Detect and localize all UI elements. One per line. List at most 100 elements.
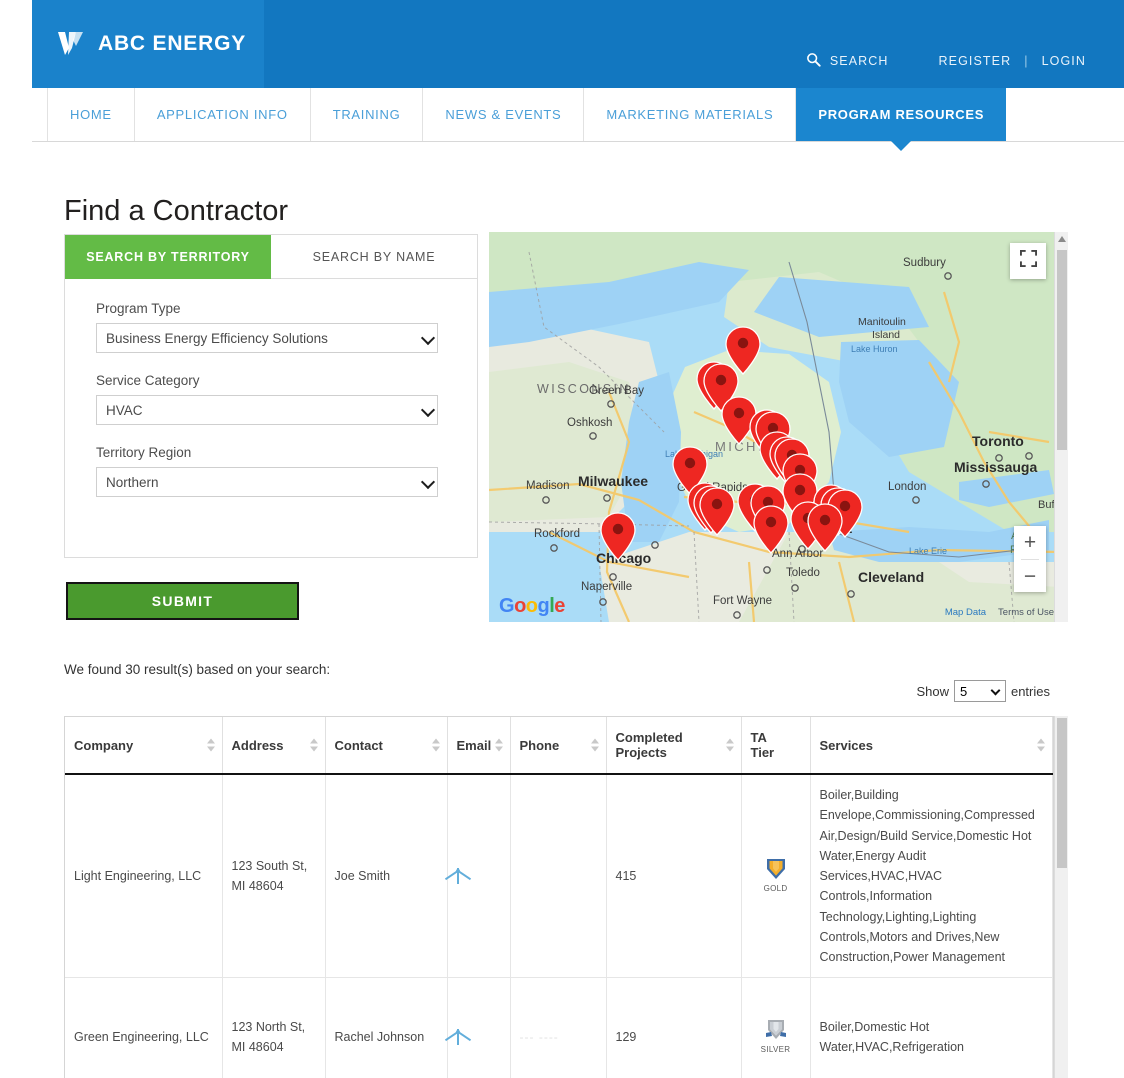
main-navigation: HOME APPLICATION INFO TRAINING NEWS & EV… bbox=[32, 88, 1124, 142]
cell-email[interactable] bbox=[447, 978, 510, 1078]
cell-services: Boiler,Domestic Hot Water,HVAC,Refrigera… bbox=[810, 978, 1053, 1078]
ta-tier-badge-gold: GOLD bbox=[751, 856, 801, 896]
cell-phone bbox=[510, 774, 606, 978]
table-row[interactable]: Green Engineering, LLC 123 North St, MI … bbox=[65, 978, 1053, 1078]
nav-item-marketing-materials[interactable]: MARKETING MATERIALS bbox=[584, 88, 796, 141]
column-header-services[interactable]: Services bbox=[810, 717, 1053, 774]
column-header-contact[interactable]: Contact bbox=[325, 717, 447, 774]
map-label: Sudbury bbox=[903, 257, 946, 269]
chevron-v-logo-icon bbox=[54, 27, 88, 61]
nav-item-application-info[interactable]: APPLICATION INFO bbox=[135, 88, 311, 141]
search-tabs: SEARCH BY TERRITORY SEARCH BY NAME bbox=[65, 235, 477, 279]
show-entries-control: Show 5 entries bbox=[916, 680, 1050, 702]
tab-search-by-name[interactable]: SEARCH BY NAME bbox=[271, 235, 477, 279]
territory-region-select[interactable]: Northern bbox=[96, 467, 438, 497]
program-type-field-group: Program Type Business Energy Efficiency … bbox=[96, 301, 446, 353]
envelope-icon[interactable] bbox=[457, 1029, 459, 1045]
map-canvas: WISCONSINMICHIGANSudburyManitoulinIsland… bbox=[489, 232, 1060, 622]
cell-completed-projects: 415 bbox=[606, 774, 741, 978]
column-header-phone[interactable]: Phone bbox=[510, 717, 606, 774]
cell-ta-tier: GOLD bbox=[741, 774, 810, 978]
cell-phone: --- ---- bbox=[510, 978, 606, 1078]
table-header-row: Company Address Contact Email bbox=[65, 717, 1053, 774]
show-label: Show bbox=[916, 684, 949, 699]
tab-search-by-territory[interactable]: SEARCH BY TERRITORY bbox=[65, 235, 271, 279]
submit-button[interactable]: SUBMIT bbox=[66, 582, 299, 620]
table-scrollbar[interactable] bbox=[1054, 716, 1068, 1078]
column-label: Address bbox=[232, 738, 284, 753]
table-scrollbar-thumb[interactable] bbox=[1057, 718, 1067, 868]
map-data-link[interactable]: Map Data bbox=[945, 607, 986, 618]
map-zoom-in-button[interactable]: + bbox=[1014, 526, 1046, 559]
envelope-icon[interactable] bbox=[457, 868, 459, 884]
table-row[interactable]: Light Engineering, LLC 123 South St, MI … bbox=[65, 774, 1053, 978]
sort-arrows-icon bbox=[432, 739, 440, 752]
login-link[interactable]: LOGIN bbox=[1042, 54, 1086, 68]
phone-value: --- ---- bbox=[520, 1030, 559, 1044]
cell-contact: Rachel Johnson bbox=[325, 978, 447, 1078]
column-label: Phone bbox=[520, 738, 560, 753]
map-label: Manitoulin bbox=[858, 316, 906, 328]
site-header: ABC ENERGY SEARCH REGISTER | LOGIN bbox=[32, 0, 1124, 88]
entries-select-wrap: 5 bbox=[954, 680, 1006, 702]
ta-tier-badge-silver: SILVER bbox=[751, 1017, 801, 1057]
cell-email[interactable] bbox=[447, 774, 510, 978]
search-form: Program Type Business Energy Efficiency … bbox=[65, 279, 477, 497]
map-scrollbar[interactable] bbox=[1054, 232, 1068, 622]
nav-label: PROGRAM RESOURCES bbox=[818, 107, 984, 122]
map-label: Rockford bbox=[534, 528, 580, 540]
territory-region-field-group: Territory Region Northern bbox=[96, 445, 446, 497]
nav-left-spacer bbox=[32, 88, 48, 141]
silver-shield-icon bbox=[763, 1017, 789, 1043]
column-header-address[interactable]: Address bbox=[222, 717, 325, 774]
nav-label: TRAINING bbox=[333, 107, 401, 122]
column-header-completed-projects[interactable]: Completed Projects bbox=[606, 717, 741, 774]
map-zoom-out-button[interactable]: − bbox=[1014, 560, 1046, 593]
map-label: Cleveland bbox=[858, 569, 924, 585]
program-type-select[interactable]: Business Energy Efficiency Solutions bbox=[96, 323, 438, 353]
terms-of-use-link[interactable]: Terms of Use bbox=[998, 607, 1054, 618]
register-link[interactable]: REGISTER bbox=[939, 54, 1012, 68]
contractor-map[interactable]: WISCONSINMICHIGANSudburyManitoulinIsland… bbox=[489, 232, 1060, 622]
sort-arrows-icon bbox=[495, 739, 503, 752]
service-category-control: HVAC bbox=[96, 395, 446, 425]
map-label: Toledo bbox=[786, 567, 820, 579]
header-utility-nav: SEARCH REGISTER | LOGIN bbox=[806, 52, 1086, 70]
column-label: Services bbox=[820, 738, 874, 753]
nav-item-home[interactable]: HOME bbox=[48, 88, 135, 141]
map-label: Oshkosh bbox=[567, 417, 612, 429]
nav-item-training[interactable]: TRAINING bbox=[311, 88, 424, 141]
results-summary: We found 30 result(s) based on your sear… bbox=[64, 662, 330, 677]
column-label: Completed Projects bbox=[616, 730, 683, 760]
service-category-select[interactable]: HVAC bbox=[96, 395, 438, 425]
header-search-button[interactable]: SEARCH bbox=[806, 52, 889, 70]
program-type-label: Program Type bbox=[96, 301, 446, 316]
column-label: TA Tier bbox=[751, 730, 775, 760]
cell-company: Light Engineering, LLC bbox=[65, 774, 222, 978]
map-label: Naperville bbox=[581, 581, 632, 593]
sort-arrows-icon bbox=[591, 739, 599, 752]
map-label: Ann Arbor bbox=[772, 548, 823, 560]
cell-completed-projects: 129 bbox=[606, 978, 741, 1078]
column-header-email[interactable]: Email bbox=[447, 717, 510, 774]
map-label: Lake Erie bbox=[909, 546, 947, 556]
column-label: Email bbox=[457, 738, 492, 753]
entries-per-page-select[interactable]: 5 bbox=[954, 680, 1006, 702]
scroll-up-arrow-icon[interactable] bbox=[1058, 236, 1066, 242]
nav-item-news-events[interactable]: NEWS & EVENTS bbox=[423, 88, 584, 141]
column-header-ta-tier[interactable]: TA Tier bbox=[741, 717, 810, 774]
map-scrollbar-thumb[interactable] bbox=[1057, 250, 1067, 450]
google-logo: Google bbox=[499, 595, 565, 618]
contractors-table: Company Address Contact Email bbox=[64, 716, 1054, 1078]
brand-logo[interactable]: ABC ENERGY bbox=[32, 0, 264, 88]
nav-item-program-resources[interactable]: PROGRAM RESOURCES bbox=[796, 88, 1006, 141]
search-panel: SEARCH BY TERRITORY SEARCH BY NAME Progr… bbox=[64, 234, 478, 558]
map-fullscreen-button[interactable] bbox=[1010, 243, 1046, 279]
column-header-company[interactable]: Company bbox=[65, 717, 222, 774]
ta-tier-label: GOLD bbox=[764, 883, 788, 896]
sort-arrows-icon bbox=[726, 739, 734, 752]
tab-label: SEARCH BY TERRITORY bbox=[86, 250, 250, 264]
sort-arrows-icon bbox=[207, 739, 215, 752]
search-icon bbox=[806, 52, 821, 70]
service-category-label: Service Category bbox=[96, 373, 446, 388]
